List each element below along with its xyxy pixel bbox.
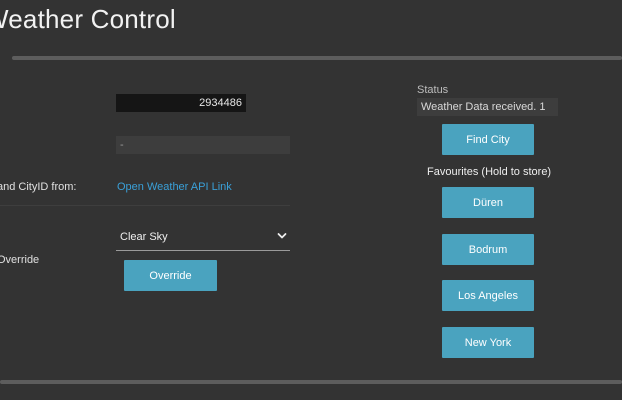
favourite-button-los-angeles[interactable]: Los Angeles — [442, 280, 534, 311]
open-weather-api-link[interactable]: Open Weather API Link — [117, 181, 232, 193]
page-title: Weather Control — [0, 4, 176, 34]
status-field: Weather Data received. 1 — [417, 98, 558, 116]
override-button[interactable]: Override — [124, 260, 217, 291]
find-city-button[interactable]: Find City — [442, 124, 534, 155]
bottom-divider — [0, 380, 622, 384]
weather-condition-select[interactable]: Clear Sky — [116, 225, 290, 251]
city-name-field[interactable]: - — [116, 136, 290, 154]
api-source-label: and CityID from: — [0, 181, 77, 193]
favourites-label: Favourites (Hold to store) — [427, 166, 552, 178]
favourite-button-duren[interactable]: Düren — [442, 187, 534, 218]
chevron-down-icon — [277, 233, 287, 239]
override-label: Override — [0, 254, 40, 266]
favourite-button-bodrum[interactable]: Bodrum — [442, 234, 534, 265]
favourite-button-new-york[interactable]: New York — [442, 327, 534, 358]
row-divider — [0, 205, 290, 206]
status-label: Status — [417, 84, 449, 96]
city-id-field[interactable]: 2934486 — [116, 94, 246, 112]
section-divider — [12, 56, 622, 60]
weather-condition-value: Clear Sky — [120, 231, 168, 243]
